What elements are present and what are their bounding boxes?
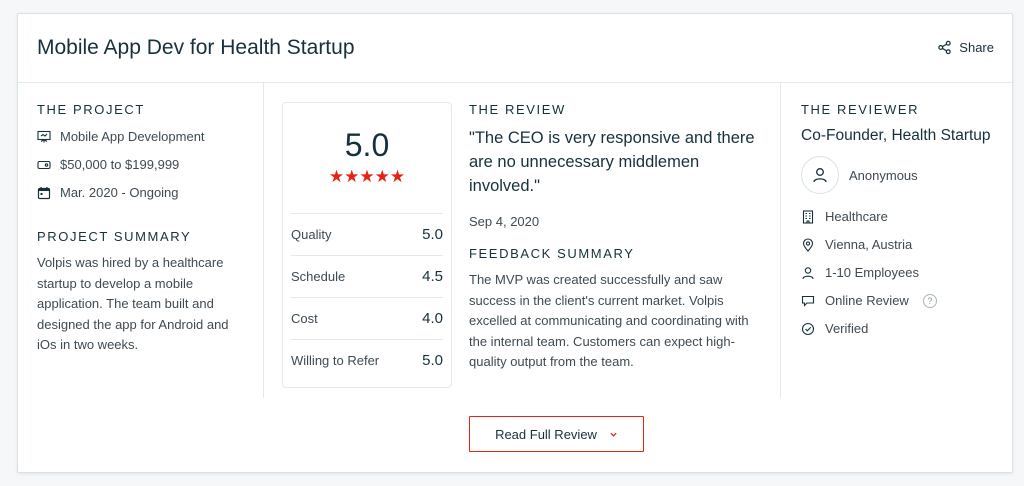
star-icon: ★	[389, 167, 406, 186]
chevron-down-icon	[610, 432, 617, 437]
rating-row-refer: Willing to Refer 5.0	[291, 339, 443, 381]
rating-row-cost: Cost 4.0	[291, 297, 443, 339]
share-icon	[938, 40, 952, 55]
reviewer-verified-text: Verified	[825, 321, 869, 336]
project-dates: Mar. 2020 - Ongoing	[37, 184, 242, 201]
project-column: THE PROJECT Mobile App Development $50,0…	[37, 102, 242, 356]
project-budget-text: $50,000 to $199,999	[60, 157, 180, 172]
project-heading: THE PROJECT	[37, 102, 145, 117]
review-quote: "The CEO is very responsive and there ar…	[469, 129, 755, 195]
reviewer-location-text: Vienna, Austria	[825, 237, 913, 252]
project-budget: $50,000 to $199,999	[37, 156, 242, 173]
project-summary-heading: PROJECT SUMMARY	[37, 229, 192, 244]
review-column: THE REVIEW "The CEO is very responsive a…	[469, 102, 764, 373]
location-pin-icon	[802, 237, 814, 252]
star-icon: ★	[344, 167, 360, 186]
avatar	[801, 156, 839, 194]
project-service-text: Mobile App Development	[60, 129, 205, 144]
reviewer-role: Co-Founder, Health Startup	[801, 127, 991, 144]
price-tag-icon	[37, 160, 51, 169]
reviewer-name: Anonymous	[849, 167, 918, 183]
share-button[interactable]: Share	[937, 40, 994, 55]
rating-row-schedule: Schedule 4.5	[291, 255, 443, 297]
read-full-review-label: Read Full Review	[495, 426, 597, 442]
review-header: Mobile App Dev for Health Startup Share	[18, 14, 1012, 83]
rating-value: 5.0	[422, 226, 443, 243]
rating-box: 5.0 ★★★★★ Quality 5.0 Schedule 4.5 Cost …	[282, 102, 452, 388]
reviewer-industry-text: Healthcare	[825, 209, 888, 224]
reviewer-company-size: 1-10 Employees	[801, 264, 1001, 281]
rating-label: Willing to Refer	[291, 353, 380, 368]
reviewer-company-size-text: 1-10 Employees	[825, 265, 919, 280]
rating-label: Cost	[291, 311, 318, 326]
reviewer-verified: Verified	[801, 320, 1001, 337]
help-icon[interactable]: ?	[922, 293, 937, 308]
rating-value: 4.0	[422, 310, 443, 327]
reviewer-industry: Healthcare	[801, 208, 1001, 225]
rating-value: 4.5	[422, 268, 443, 285]
feedback-summary-heading: FEEDBACK SUMMARY	[469, 246, 635, 261]
presentation-icon	[37, 130, 51, 142]
star-icon: ★	[328, 167, 345, 186]
review-heading: THE REVIEW	[469, 102, 566, 117]
review-card: Mobile App Dev for Health Startup Share …	[17, 13, 1013, 473]
star-rating: ★★★★★	[283, 167, 451, 187]
rating-value: 5.0	[422, 352, 443, 369]
building-icon	[802, 209, 814, 224]
read-full-review-button[interactable]: Read Full Review	[469, 416, 644, 452]
reviewer-location: Vienna, Austria	[801, 236, 1001, 253]
rating-label: Quality	[291, 227, 332, 242]
reviewer-heading: THE REVIEWER	[801, 102, 920, 117]
project-dates-text: Mar. 2020 - Ongoing	[60, 185, 179, 200]
overall-rating: 5.0	[344, 127, 390, 163]
column-divider	[780, 83, 781, 398]
share-label: Share	[959, 40, 994, 55]
rating-label: Schedule	[291, 269, 346, 284]
feedback-summary-text: The MVP was created successfully and saw…	[469, 272, 749, 369]
chat-bubble-icon	[801, 295, 815, 307]
column-divider	[263, 83, 264, 398]
rating-breakdown: Quality 5.0 Schedule 4.5 Cost 4.0 Willin…	[291, 213, 443, 381]
reviewer-details: Healthcare Vienna, Austria 1-10 Employee…	[801, 208, 1001, 337]
project-service: Mobile App Development	[37, 128, 242, 145]
user-icon	[802, 266, 814, 279]
review-title: Mobile App Dev for Health Startup	[37, 36, 355, 59]
review-date: Sep 4, 2020	[469, 214, 540, 229]
reviewer-column: THE REVIEWER Co-Founder, Health Startup …	[801, 102, 1001, 337]
star-icon: ★	[374, 167, 390, 186]
user-icon	[813, 168, 827, 183]
reviewer-identity: Anonymous	[801, 156, 1001, 194]
project-summary-text: Volpis was hired by a healthcare startup…	[37, 255, 229, 352]
check-circle-icon	[801, 322, 815, 335]
reviewer-review-type-text: Online Review	[825, 293, 909, 308]
rating-row-quality: Quality 5.0	[291, 213, 443, 255]
reviewer-review-type: Online Review ?	[801, 292, 1001, 309]
star-icon: ★	[359, 167, 375, 186]
calendar-icon	[37, 186, 51, 199]
